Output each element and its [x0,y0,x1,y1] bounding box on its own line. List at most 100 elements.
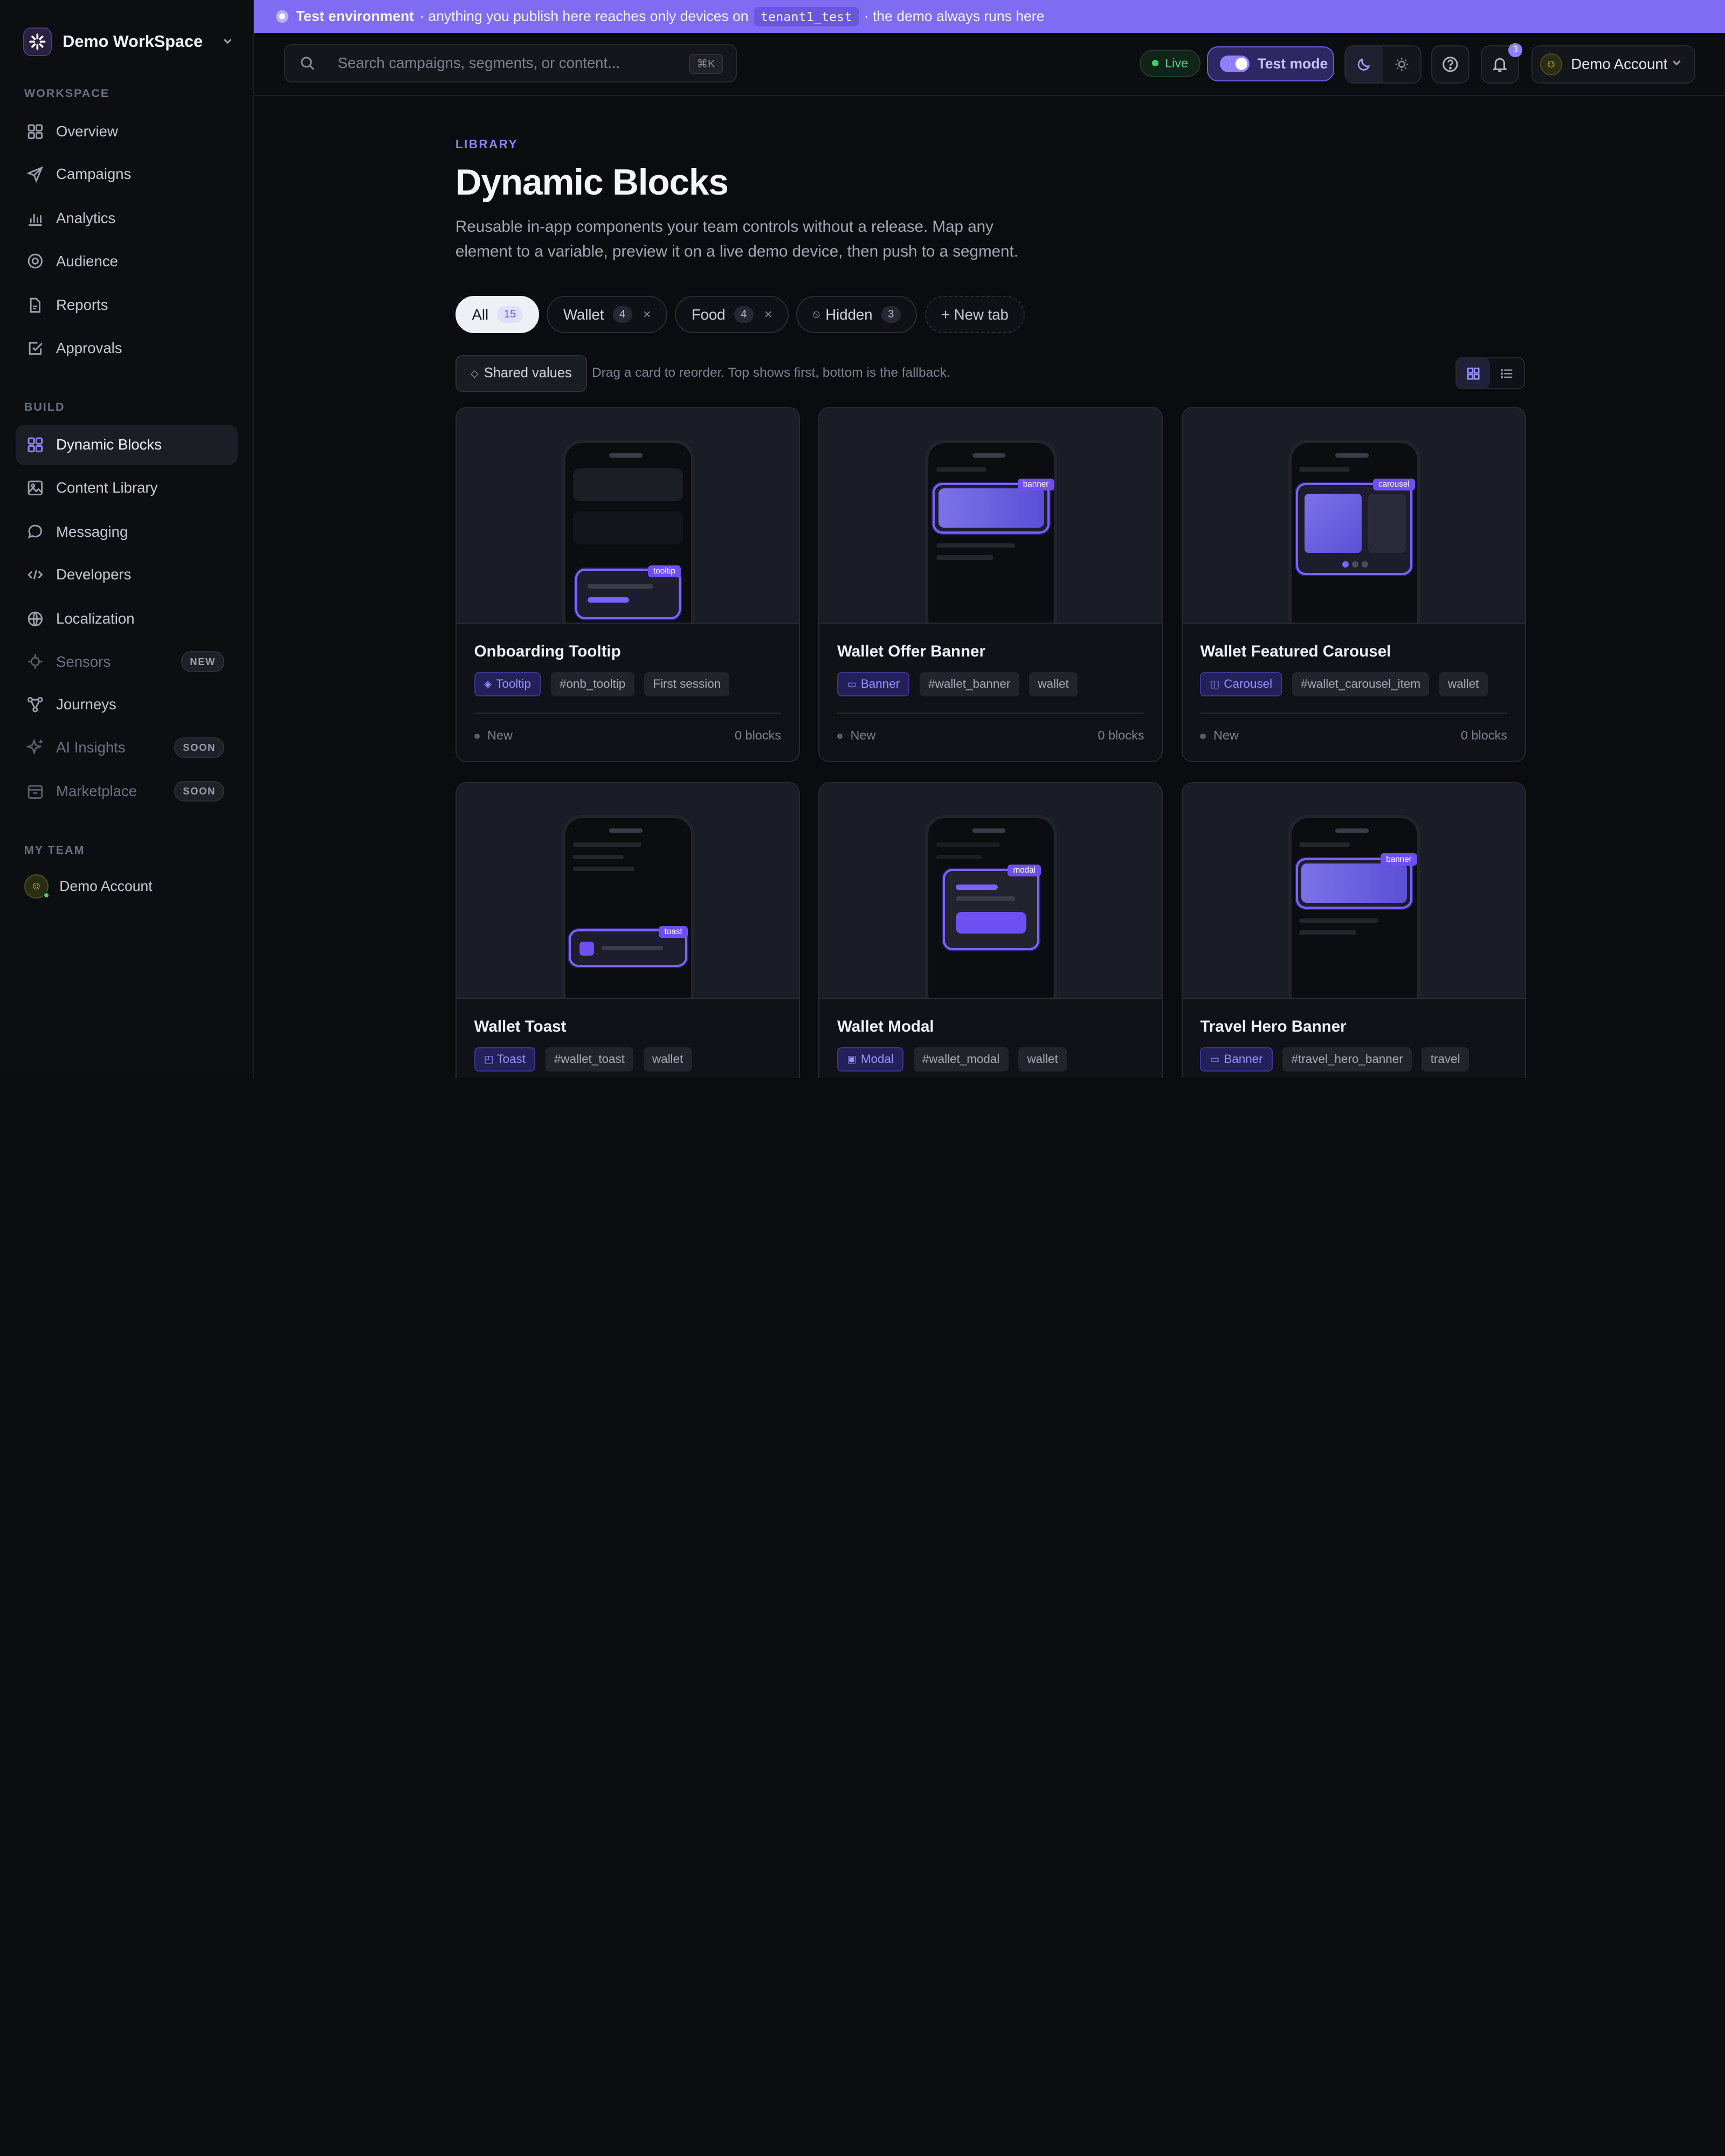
phone-mockup: modal [925,815,1058,998]
list-view-button[interactable] [1490,358,1523,388]
close-icon[interactable]: × [643,307,651,322]
card-footer: New 0 blocks [837,713,1144,743]
section-label-build: BUILD [24,400,65,413]
help-button[interactable] [1431,45,1470,84]
avatar: ☺ [1540,53,1562,75]
chat-icon [27,525,42,539]
bar-chart-icon [29,213,42,226]
banner-icon: ▭ [847,678,857,690]
blocks-count: 0 blocks [734,728,782,742]
sidebar-item-label: Localization [56,610,135,627]
card-chips: ▭ Banner #wallet_banner wallet [837,672,1078,696]
sidebar-item-localization[interactable]: Localization [16,598,238,639]
top-bar: Search campaigns, segments, or content..… [254,33,1725,96]
soon-badge: SOON [174,781,225,802]
dark-theme-button[interactable] [1345,46,1383,83]
card-preview: banner [819,408,1162,624]
team-member[interactable]: ☺ Demo Account [24,874,153,899]
sidebar-item-label: Approvals [56,339,122,356]
type-chip: ▭ Banner [837,672,910,696]
sensor-icon [28,654,43,669]
tooltip-icon: ◈ [484,678,492,690]
sidebar-item-reports[interactable]: Reports [16,285,238,326]
search-shortcut: ⌘K [689,53,723,74]
test-environment-banner: Test environment · anything you publish … [254,0,1725,33]
page-eyebrow: LIBRARY [455,137,518,151]
tag-chip: wallet [1018,1047,1067,1072]
block-card[interactable]: carousel Wallet Featured Carousel ◫ Carou… [1181,407,1526,763]
live-status-badge[interactable]: Live [1140,49,1200,77]
sidebar-item-analytics[interactable]: Analytics [16,198,238,239]
sidebar-item-campaigns[interactable]: Campaigns [16,154,238,195]
target-icon [27,253,43,269]
chevron-down-icon [1670,56,1683,73]
card-title: Wallet Featured Carousel [1200,642,1391,660]
preview-label: toast [659,926,688,938]
sidebar-item-overview[interactable]: Overview [16,111,238,152]
block-card[interactable]: banner Travel Hero Banner ▭ Banner #trave… [1181,782,1526,1078]
banner-icon: ▭ [1210,1053,1220,1065]
notification-count-badge: 3 [1508,43,1523,58]
bell-icon [1493,58,1508,72]
card-footer: New 0 blocks [1200,713,1507,743]
tag-chip: wallet [1029,672,1078,696]
light-theme-button[interactable] [1383,46,1420,82]
sidebar-item-marketplace[interactable]: Marketplace SOON [16,771,238,812]
test-mode-toggle[interactable]: Test mode [1206,46,1335,81]
sidebar-item-label: Audience [56,252,118,270]
phone-mockup: banner [1288,815,1420,998]
block-card[interactable]: modal Wallet Modal ▣ Modal #wallet_modal … [818,782,1163,1078]
banner-text: · anything you publish here reaches only… [419,8,749,25]
block-card[interactable]: toast Wallet Toast ◰ Toast #wallet_toast … [455,782,800,1078]
workspace-switcher[interactable]: Demo WorkSpace [23,27,234,57]
tab-food[interactable]: Food 4 × [675,295,789,334]
theme-switcher [1344,45,1422,84]
sidebar-item-content-library[interactable]: Content Library [16,467,238,508]
block-card[interactable]: banner Wallet Offer Banner ▭ Banner #wall… [818,407,1163,763]
filter-tabs: All 15 Wallet 4 × Food 4 × ⦸ Hidden 3 + New tab [455,295,1025,334]
key-chip: #wallet_banner [919,672,1019,696]
grid-view-button[interactable] [1456,358,1491,389]
tab-hidden[interactable]: ⦸ Hidden 3 [796,295,917,334]
workspace-logo-icon [23,27,52,57]
sidebar-item-label: Marketplace [56,783,137,800]
close-icon[interactable]: × [764,307,772,322]
sidebar-item-audience[interactable]: Audience [16,241,238,282]
sidebar-item-label: Developers [56,566,132,583]
live-label: Live [1165,56,1189,70]
sidebar-item-messaging[interactable]: Messaging [16,512,238,552]
sidebar-item-journeys[interactable]: Journeys [16,684,238,725]
shared-values-button[interactable]: ◇ Shared values [455,355,588,392]
notifications-button[interactable]: 3 [1480,43,1523,84]
account-menu[interactable]: ☺ Demo Account [1531,45,1695,84]
tab-label: All [472,306,489,323]
sidebar-item-dynamic-blocks[interactable]: Dynamic Blocks [15,424,238,466]
search-placeholder: Search campaigns, segments, or content..… [337,54,620,72]
key-chip: #onb_tooltip [550,672,634,696]
check-square-icon [29,342,43,355]
sidebar-item-label: Overview [56,122,118,140]
search-input[interactable]: Search campaigns, segments, or content..… [284,44,737,83]
tab-wallet[interactable]: Wallet 4 × [547,295,667,334]
sidebar-item-label: Analytics [56,210,116,227]
phone-mockup: tooltip [562,440,694,623]
banner-title: Test environment [295,8,414,25]
help-icon [1443,57,1458,72]
toast-icon: ◰ [484,1053,494,1065]
sidebar-item-approvals[interactable]: Approvals [16,328,238,369]
card-chips: ▭ Banner #travel_hero_banner travel [1200,1047,1469,1072]
sidebar-item-label: Dynamic Blocks [56,436,162,453]
card-preview: modal [819,783,1162,999]
new-tab-button[interactable]: + New tab [924,295,1025,334]
grid-icon [1467,367,1480,380]
modal-icon: ▣ [847,1053,857,1065]
block-card[interactable]: tooltip Onboarding Tooltip ◈ Tooltip #onb… [455,407,800,763]
sidebar-item-developers[interactable]: Developers [16,555,238,596]
sidebar-item-sensors[interactable]: Sensors NEW [16,641,238,682]
tab-all[interactable]: All 15 [455,295,540,334]
view-toggle [1455,357,1525,390]
moon-icon [1358,58,1370,71]
sidebar-item-ai-insights[interactable]: AI Insights SOON [16,727,238,768]
search-icon [301,57,314,70]
card-chips: ◫ Carousel #wallet_carousel_item wallet [1200,672,1488,696]
